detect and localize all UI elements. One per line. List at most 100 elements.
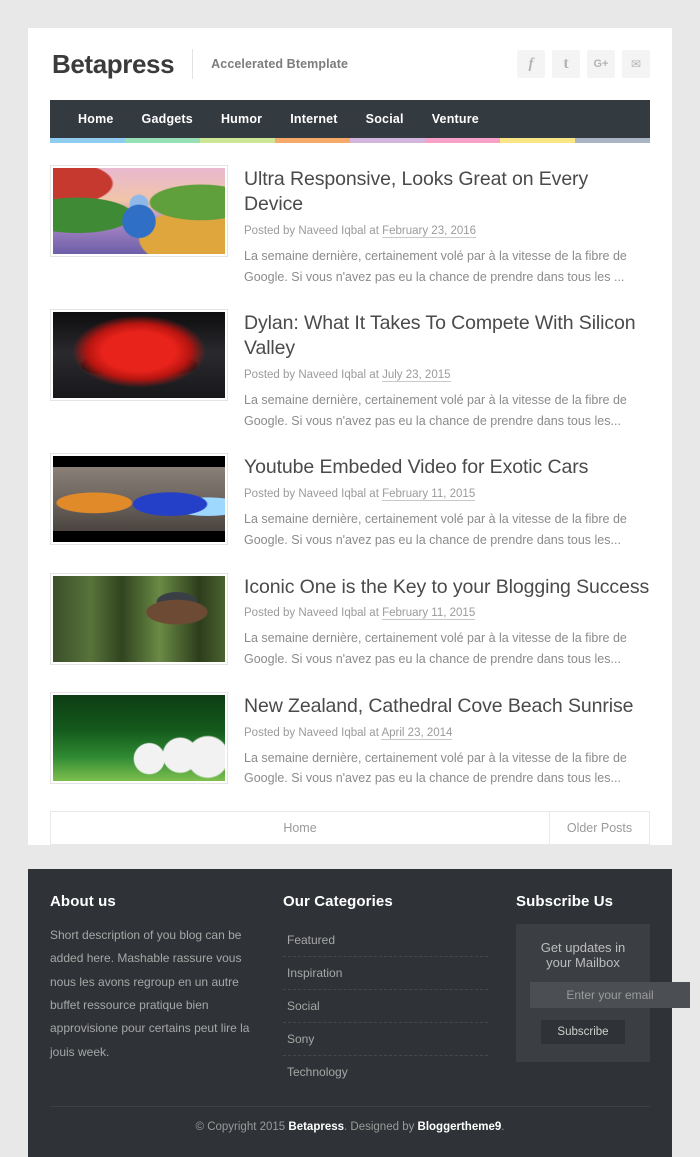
post-date[interactable]: February 23, 2016 — [382, 224, 477, 238]
color-stripe-1 — [125, 138, 200, 143]
post-meta: Posted by Naveed Iqbal at February 11, 2… — [244, 488, 650, 502]
post-snippet: La semaine dernière, certainement volé p… — [244, 750, 627, 786]
main-content-card: Betapress Accelerated Btemplate f t G+ ✉… — [28, 28, 672, 845]
post-meta: Posted by Naveed Iqbal at February 11, 2… — [244, 607, 650, 621]
page-root: Betapress Accelerated Btemplate f t G+ ✉… — [0, 0, 700, 1157]
pagination-older-posts-link[interactable]: Older Posts — [549, 811, 649, 844]
forest-treehouse-thumbnail — [53, 575, 225, 662]
pagination-home-link[interactable]: Home — [51, 812, 549, 844]
post-snippet: La semaine dernière, certainement volé p… — [244, 393, 627, 428]
copyright-middle: . Designed by — [344, 1120, 418, 1133]
subscribe-box: Get updates in your Mailbox Subscribe — [516, 923, 690, 1062]
footer-subscribe-title: Subscribe Us — [516, 892, 614, 910]
post-meta: Posted by Naveed Iqbal at July 23, 2015 — [244, 369, 650, 383]
nav-item-gadgets[interactable]: Gadgets — [128, 100, 207, 138]
footer-categories-title: Our Categories — [283, 892, 393, 910]
email-icon[interactable]: ✉ — [622, 50, 650, 78]
post-body: New Zealand, Cathedral Cove Beach Sunris… — [244, 692, 650, 789]
post-date[interactable]: February 11, 2015 — [382, 607, 476, 621]
post-title[interactable]: Youtube Embeded Video for Exotic Cars — [244, 455, 650, 480]
color-stripe-6 — [500, 138, 575, 143]
footer-about-text: Short description of you blog can be add… — [50, 927, 250, 1059]
category-item-inspiration[interactable]: Inspiration — [283, 957, 488, 990]
post-thumbnail[interactable] — [50, 453, 228, 546]
post-thumbnail[interactable] — [50, 572, 228, 665]
nav-bar: Home Gadgets Humor Internet Social Ventu… — [50, 100, 650, 138]
copyright-prefix: © Copyright 2015 — [195, 1120, 289, 1133]
post-date[interactable]: July 23, 2015 — [382, 369, 451, 383]
footer-columns: About us Short description of you blog c… — [50, 892, 690, 1088]
footer-categories-column: Our Categories Featured Inspiration Soci… — [283, 893, 488, 1088]
post-title[interactable]: Ultra Responsive, Looks Great on Every D… — [244, 167, 650, 217]
post-body: Youtube Embeded Video for Exotic Cars Po… — [244, 453, 650, 550]
post-date[interactable]: April 23, 2014 — [381, 726, 453, 740]
post-title[interactable]: New Zealand, Cathedral Cove Beach Sunris… — [244, 694, 650, 719]
snail-racer-thumbnail — [53, 456, 225, 543]
copyright-bar: © Copyright 2015 Betapress. Designed by … — [50, 1105, 650, 1149]
red-sports-car-thumbnail — [53, 312, 225, 399]
post-thumbnail[interactable] — [50, 309, 228, 402]
fantasy-illustration-thumbnail — [53, 168, 225, 254]
subscribe-button[interactable]: Subscribe — [541, 1019, 625, 1044]
nav-item-social[interactable]: Social — [352, 100, 418, 138]
site-header: Betapress Accelerated Btemplate f t G+ ✉ — [50, 28, 650, 100]
googleplus-icon[interactable]: G+ — [587, 50, 615, 78]
brand-divider — [192, 49, 194, 79]
pagination: Home Older Posts — [50, 810, 650, 845]
copyright-suffix: . — [501, 1120, 505, 1133]
site-brand-logo[interactable]: Betapress — [52, 49, 175, 80]
post-thumbnail[interactable] — [50, 691, 228, 784]
subscribe-email-input[interactable] — [530, 981, 690, 1008]
color-stripe-3 — [275, 138, 350, 143]
post-snippet: La semaine dernière, certainement volé p… — [244, 248, 627, 284]
post-item: Youtube Embeded Video for Exotic Cars Po… — [50, 447, 650, 566]
nav-item-internet[interactable]: Internet — [276, 100, 351, 138]
color-stripe-4 — [350, 138, 425, 143]
post-meta: Posted by Naveed Iqbal at February 23, 2… — [244, 224, 650, 238]
post-item: Ultra Responsive, Looks Great on Every D… — [50, 159, 650, 303]
color-stripe-7 — [575, 138, 650, 143]
post-body: Ultra Responsive, Looks Great on Every D… — [244, 165, 650, 287]
category-item-featured[interactable]: Featured — [283, 924, 488, 957]
post-meta: Posted by Naveed Iqbal at April 23, 2014 — [244, 726, 650, 740]
facebook-icon[interactable]: f — [517, 50, 545, 78]
footer-category-list: Featured Inspiration Social Sony Technol… — [283, 924, 488, 1088]
post-body: Dylan: What It Takes To Compete With Sil… — [244, 309, 650, 431]
post-thumbnail[interactable] — [50, 165, 228, 257]
post-title[interactable]: Iconic One is the Key to your Blogging S… — [244, 575, 650, 600]
color-stripe-2 — [200, 138, 275, 143]
category-item-sony[interactable]: Sony — [283, 1023, 488, 1056]
post-author-prefix: Posted by Naveed Iqbal at — [244, 607, 383, 620]
soccer-balls-thumbnail — [53, 694, 225, 781]
copyright-designer[interactable]: Bloggertheme9 — [418, 1121, 502, 1133]
main-navigation: Home Gadgets Humor Internet Social Ventu… — [50, 100, 650, 143]
post-author-prefix: Posted by Naveed Iqbal at — [244, 488, 383, 501]
copyright-brand[interactable]: Betapress — [288, 1121, 344, 1133]
nav-item-home[interactable]: Home — [64, 100, 128, 138]
tumblr-icon[interactable]: t — [552, 50, 580, 78]
post-title[interactable]: Dylan: What It Takes To Compete With Sil… — [244, 311, 650, 361]
nav-item-humor[interactable]: Humor — [207, 100, 276, 138]
post-author-prefix: Posted by Naveed Iqbal at — [244, 726, 382, 739]
post-date[interactable]: February 11, 2015 — [382, 488, 476, 502]
post-author-prefix: Posted by Naveed Iqbal at — [244, 369, 383, 382]
footer-about-column: About us Short description of you blog c… — [50, 893, 255, 1088]
color-stripe-bar — [50, 138, 650, 143]
category-item-social[interactable]: Social — [283, 990, 488, 1023]
social-links: f t G+ ✉ — [517, 50, 650, 78]
post-item: Iconic One is the Key to your Blogging S… — [50, 567, 650, 686]
post-item: New Zealand, Cathedral Cove Beach Sunris… — [50, 686, 650, 805]
post-list: Ultra Responsive, Looks Great on Every D… — [50, 143, 650, 805]
post-snippet: La semaine dernière, certainement volé p… — [244, 512, 627, 547]
nav-item-venture[interactable]: Venture — [418, 100, 493, 138]
post-author-prefix: Posted by Naveed Iqbal at — [244, 224, 383, 237]
post-item: Dylan: What It Takes To Compete With Sil… — [50, 303, 650, 447]
post-body: Iconic One is the Key to your Blogging S… — [244, 573, 650, 670]
site-tagline: Accelerated Btemplate — [211, 57, 349, 71]
site-footer: About us Short description of you blog c… — [28, 868, 690, 1157]
color-stripe-0 — [50, 138, 125, 143]
footer-subscribe-column: Subscribe Us Get updates in your Mailbox… — [516, 892, 690, 1088]
subscribe-prompt: Get updates in your Mailbox — [540, 939, 626, 970]
post-snippet: La semaine dernière, certainement volé p… — [244, 631, 627, 667]
category-item-technology[interactable]: Technology — [283, 1056, 488, 1088]
